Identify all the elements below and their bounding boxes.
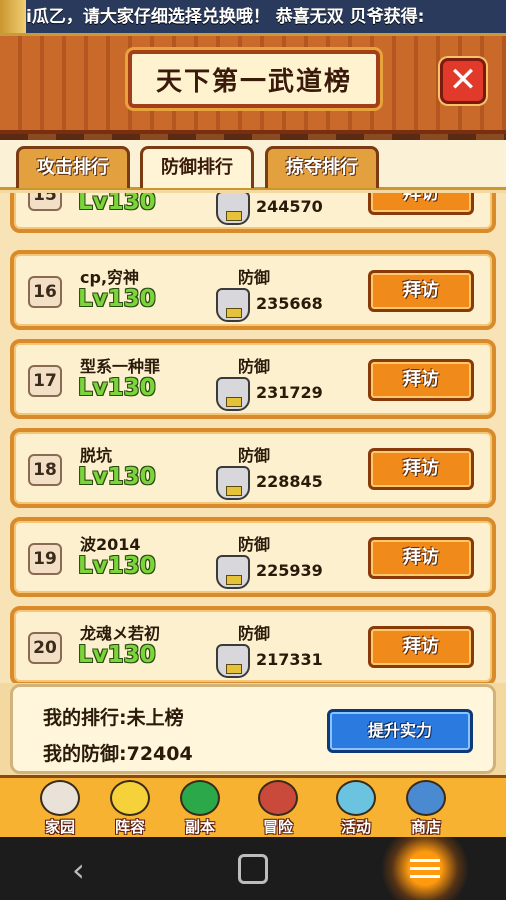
defense-value: 225939 bbox=[256, 561, 323, 580]
visit-button[interactable]: 拜访 bbox=[368, 270, 474, 312]
rank-badge: 20 bbox=[28, 632, 62, 664]
player-level: Lv130 bbox=[78, 375, 156, 401]
table-row: 16 cp,穷神 Lv130 防御 235668 拜访 bbox=[10, 250, 496, 330]
rank-badge: 17 bbox=[28, 365, 62, 397]
back-icon[interactable]: ‹ bbox=[72, 851, 85, 889]
page-title-text: 天下第一武道榜 bbox=[155, 66, 352, 97]
nav-item-lineup[interactable]: 阵容 bbox=[98, 778, 162, 840]
nav-label: 阵容 bbox=[114, 818, 145, 836]
radar-icon bbox=[180, 780, 220, 816]
armor-icon bbox=[216, 193, 250, 225]
tab-attack[interactable]: 攻击排行 bbox=[16, 146, 130, 188]
my-defense-text: 我的防御:72404 bbox=[43, 743, 193, 765]
close-button[interactable]: ✕ bbox=[440, 58, 486, 104]
nav-label: 副本 bbox=[184, 818, 215, 836]
bottom-nav: 家园 阵容 副本 冒险 活动 商店 bbox=[0, 775, 506, 837]
rank-badge: 19 bbox=[28, 543, 62, 575]
stat-label: 防御 bbox=[238, 357, 271, 376]
home-capsule-icon bbox=[40, 780, 80, 816]
home-icon[interactable] bbox=[238, 854, 268, 884]
nav-item-adventure[interactable]: 冒险 bbox=[246, 778, 310, 840]
my-status-panel: 我的排行:未上榜 我的防御:72404 提升实力 bbox=[10, 684, 496, 774]
table-row: 17 型系一种罪 Lv130 防御 231729 拜访 bbox=[10, 339, 496, 419]
stat-label: 防御 bbox=[238, 268, 271, 287]
sword-icon bbox=[258, 780, 298, 816]
player-level: Lv130 bbox=[78, 464, 156, 490]
defense-value: 231729 bbox=[256, 383, 323, 402]
nav-label: 家园 bbox=[44, 818, 75, 836]
table-row: 15 Lv130 244570 拜访 bbox=[10, 193, 496, 233]
visit-button[interactable]: 拜访 bbox=[368, 359, 474, 401]
stat-label: 防御 bbox=[238, 535, 271, 554]
player-level: Lv130 bbox=[78, 286, 156, 312]
stat-label: 防御 bbox=[238, 624, 271, 643]
table-row: 20 龙魂メ若初 Lv130 防御 217331 拜访 bbox=[10, 606, 496, 683]
menu-icon[interactable] bbox=[380, 837, 470, 900]
page-title: 天下第一武道榜 bbox=[128, 50, 380, 108]
armor-icon bbox=[216, 644, 250, 678]
ranking-list[interactable]: 15 Lv130 244570 拜访 16 cp,穷神 Lv130 防御 235… bbox=[0, 193, 506, 683]
nav-item-dungeon[interactable]: 副本 bbox=[168, 778, 232, 840]
close-icon: ✕ bbox=[448, 60, 478, 100]
armor-icon bbox=[216, 288, 250, 322]
stat-label: 防御 bbox=[238, 446, 271, 465]
lineup-icon bbox=[110, 780, 150, 816]
announcement-marquee: i瓜乙，请大家仔细选择兑换哦！ 恭喜无双 贝爷获得: bbox=[0, 0, 506, 36]
player-level: Lv130 bbox=[78, 193, 156, 215]
marquee-text: i瓜乙，请大家仔细选择兑换哦！ 恭喜无双 贝爷获得: bbox=[26, 7, 425, 27]
cart-icon bbox=[406, 780, 446, 816]
player-name: 波2014 bbox=[80, 535, 141, 554]
defense-value: 244570 bbox=[256, 197, 323, 216]
nav-item-home[interactable]: 家园 bbox=[28, 778, 92, 840]
visit-button[interactable]: 拜访 bbox=[368, 537, 474, 579]
nav-label: 商店 bbox=[410, 818, 441, 836]
player-level: Lv130 bbox=[78, 553, 156, 579]
nav-label: 活动 bbox=[340, 818, 371, 836]
player-name: 龙魂メ若初 bbox=[80, 624, 161, 643]
player-name: 型系一种罪 bbox=[80, 357, 161, 376]
armor-icon bbox=[216, 377, 250, 411]
player-name: 脱坑 bbox=[80, 446, 113, 465]
tab-plunder[interactable]: 掠夺排行 bbox=[265, 146, 379, 188]
nav-item-events[interactable]: 活动 bbox=[324, 778, 388, 840]
table-row: 19 波2014 Lv130 防御 225939 拜访 bbox=[10, 517, 496, 597]
rank-badge: 15 bbox=[28, 193, 62, 211]
player-name: cp,穷神 bbox=[80, 268, 140, 287]
potion-icon bbox=[336, 780, 376, 816]
armor-icon bbox=[216, 466, 250, 500]
visit-button[interactable]: 拜访 bbox=[368, 193, 474, 215]
table-row: 18 脱坑 Lv130 防御 228845 拜访 bbox=[10, 428, 496, 508]
rank-badge: 16 bbox=[28, 276, 62, 308]
boost-power-button[interactable]: 提升实力 bbox=[327, 709, 473, 753]
my-rank-text: 我的排行:未上榜 bbox=[43, 707, 184, 729]
rank-badge: 18 bbox=[28, 454, 62, 486]
nav-label: 冒险 bbox=[262, 818, 293, 836]
tab-bar: 攻击排行 防御排行 掠夺排行 bbox=[0, 140, 506, 190]
visit-button[interactable]: 拜访 bbox=[368, 448, 474, 490]
defense-value: 235668 bbox=[256, 294, 323, 313]
system-nav-bar: ‹ bbox=[0, 837, 506, 900]
defense-value: 228845 bbox=[256, 472, 323, 491]
tab-defense[interactable]: 防御排行 bbox=[140, 146, 254, 188]
nav-item-shop[interactable]: 商店 bbox=[394, 778, 458, 840]
visit-button[interactable]: 拜访 bbox=[368, 626, 474, 668]
defense-value: 217331 bbox=[256, 650, 323, 669]
armor-icon bbox=[216, 555, 250, 589]
player-level: Lv130 bbox=[78, 642, 156, 668]
